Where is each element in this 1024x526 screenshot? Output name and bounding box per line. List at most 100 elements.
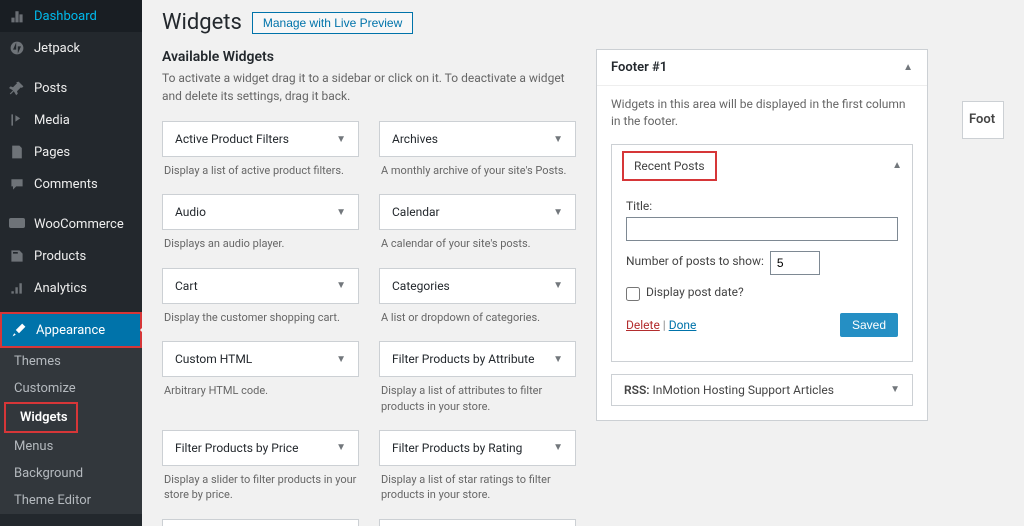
widget-item[interactable]: Gallery▼ [162,519,359,526]
count-input[interactable] [770,251,820,275]
dashboard-icon [8,7,26,25]
widget-name: Active Product Filters [175,132,289,146]
widget-item[interactable]: Filter Products by Price ▼ [162,430,359,466]
saved-button[interactable]: Saved [840,313,898,337]
widget-name: Filter Products by Rating [392,441,522,455]
main-content: Widgets Manage with Live Preview Availab… [142,0,1024,526]
footer-1-area: Footer #1 ▲ Widgets in this area will be… [596,49,928,421]
chevron-up-icon: ▲ [903,62,913,73]
chevron-down-icon: ▼ [336,442,346,453]
widget-desc: Display a list of active product filters… [162,157,359,190]
widget-desc: A calendar of your site's posts. [379,230,576,263]
widget-name: Custom HTML [175,352,252,366]
chevron-down-icon: ▼ [336,354,346,365]
page-title: Widgets [162,10,242,35]
submenu-background[interactable]: Background [0,460,142,487]
menu-label: Media [34,113,70,128]
menu-comments[interactable]: Comments [0,168,142,200]
widget-name: Categories [392,279,450,293]
menu-label: Analytics [34,281,87,296]
menu-plugins[interactable]: Plugins8 [0,522,142,526]
widget-name: Audio [175,205,206,219]
rss-widget[interactable]: RSS: InMotion Hosting Support Articles ▼ [611,374,913,406]
widget-desc: Display the customer shopping cart. [162,304,359,337]
manage-live-preview-button[interactable]: Manage with Live Preview [252,12,413,34]
brush-icon [10,321,28,339]
available-widget: Image▼ [379,519,576,526]
menu-label: Comments [34,177,98,192]
available-widget: Cart▼Display the customer shopping cart. [162,268,359,337]
available-widget: Gallery▼ [162,519,359,526]
menu-pages[interactable]: Pages [0,136,142,168]
menu-jetpack[interactable]: Jetpack [0,32,142,64]
menu-posts[interactable]: Posts [0,72,142,104]
chevron-down-icon: ▼ [553,134,563,145]
done-link[interactable]: Done [669,318,697,332]
admin-sidebar: Dashboard Jetpack Posts Media Pages Comm… [0,0,142,526]
delete-link[interactable]: Delete [626,318,660,332]
chevron-down-icon: ▼ [553,207,563,218]
menu-appearance[interactable]: Appearance [0,312,142,348]
display-date-label: Display post date? [646,285,744,299]
widget-item[interactable]: Active Product Filters▼ [162,121,359,157]
widget-item[interactable]: Custom HTML ▼ [162,341,359,377]
widget-item[interactable]: Cart▼ [162,268,359,304]
widget-item[interactable]: Audio ▼ [162,194,359,230]
menu-media[interactable]: Media [0,104,142,136]
available-widget: Audio ▼ Displays an audio player. [162,194,359,263]
submenu-menus[interactable]: Menus [0,433,142,460]
widget-item[interactable]: Filter Products by Attribute ▼ [379,341,576,377]
footer-1-title: Footer #1 [611,60,667,75]
recent-posts-widget: Recent Posts ▲ Title: Number of posts to… [611,144,913,362]
chevron-down-icon: ▼ [553,354,563,365]
count-label: Number of posts to show: [626,254,764,268]
menu-label: Jetpack [34,41,80,56]
available-widgets-column: Available Widgets To activate a widget d… [162,49,576,526]
widget-name: Calendar [392,205,440,219]
chevron-up-icon: ▲ [892,160,902,171]
widget-desc: Display a list of attributes to filter p… [379,377,576,426]
menu-dashboard[interactable]: Dashboard [0,0,142,32]
media-icon [8,111,26,129]
available-widget: Custom HTML ▼ Arbitrary HTML code. [162,341,359,426]
chevron-down-icon: ▼ [890,384,900,395]
widget-desc: A list or dropdown of categories. [379,304,576,337]
chart-icon [8,279,26,297]
submenu-themes[interactable]: Themes [0,348,142,375]
display-date-checkbox[interactable] [626,287,640,301]
widget-desc: Arbitrary HTML code. [162,377,359,410]
available-widgets-title: Available Widgets [162,49,576,65]
title-input[interactable] [626,217,898,241]
comment-icon [8,175,26,193]
menu-label: Dashboard [34,9,97,24]
appearance-submenu: Themes Customize Widgets Menus Backgroun… [0,348,142,514]
chevron-down-icon: ▼ [553,280,563,291]
rss-prefix: RSS: [624,383,650,397]
widget-item[interactable]: Categories ▼ [379,268,576,304]
widget-item[interactable]: Filter Products by Rating▼ [379,430,576,466]
menu-label: Appearance [36,323,105,338]
widget-item[interactable]: Archives ▼ [379,121,576,157]
submenu-widgets[interactable]: Widgets [4,402,78,433]
widget-desc: Display a list of star ratings to filter… [379,466,576,515]
widget-name: Archives [392,132,438,146]
widget-desc: Displays an audio player. [162,230,359,263]
submenu-customize[interactable]: Customize [0,375,142,402]
available-widget: Active Product Filters▼Display a list of… [162,121,359,190]
pages-icon [8,143,26,161]
widget-name: Filter Products by Price [175,441,298,455]
widget-item[interactable]: Image▼ [379,519,576,526]
menu-products[interactable]: Products [0,240,142,272]
recent-posts-header[interactable]: Recent Posts ▲ [612,145,912,187]
footer-1-desc: Widgets in this area will be displayed i… [597,86,927,144]
widget-desc: Display a slider to filter products in y… [162,466,359,515]
footer-1-header[interactable]: Footer #1 ▲ [597,50,927,86]
menu-analytics[interactable]: Analytics [0,272,142,304]
submenu-theme-editor[interactable]: Theme Editor [0,487,142,514]
menu-woocommerce[interactable]: WooCommerce [0,208,142,240]
chevron-down-icon: ▼ [336,207,346,218]
footer-peek-area[interactable]: Foot [962,101,1004,139]
widget-item[interactable]: Calendar ▼ [379,194,576,230]
widget-name: Filter Products by Attribute [392,352,534,366]
widget-name: Cart [175,279,198,293]
